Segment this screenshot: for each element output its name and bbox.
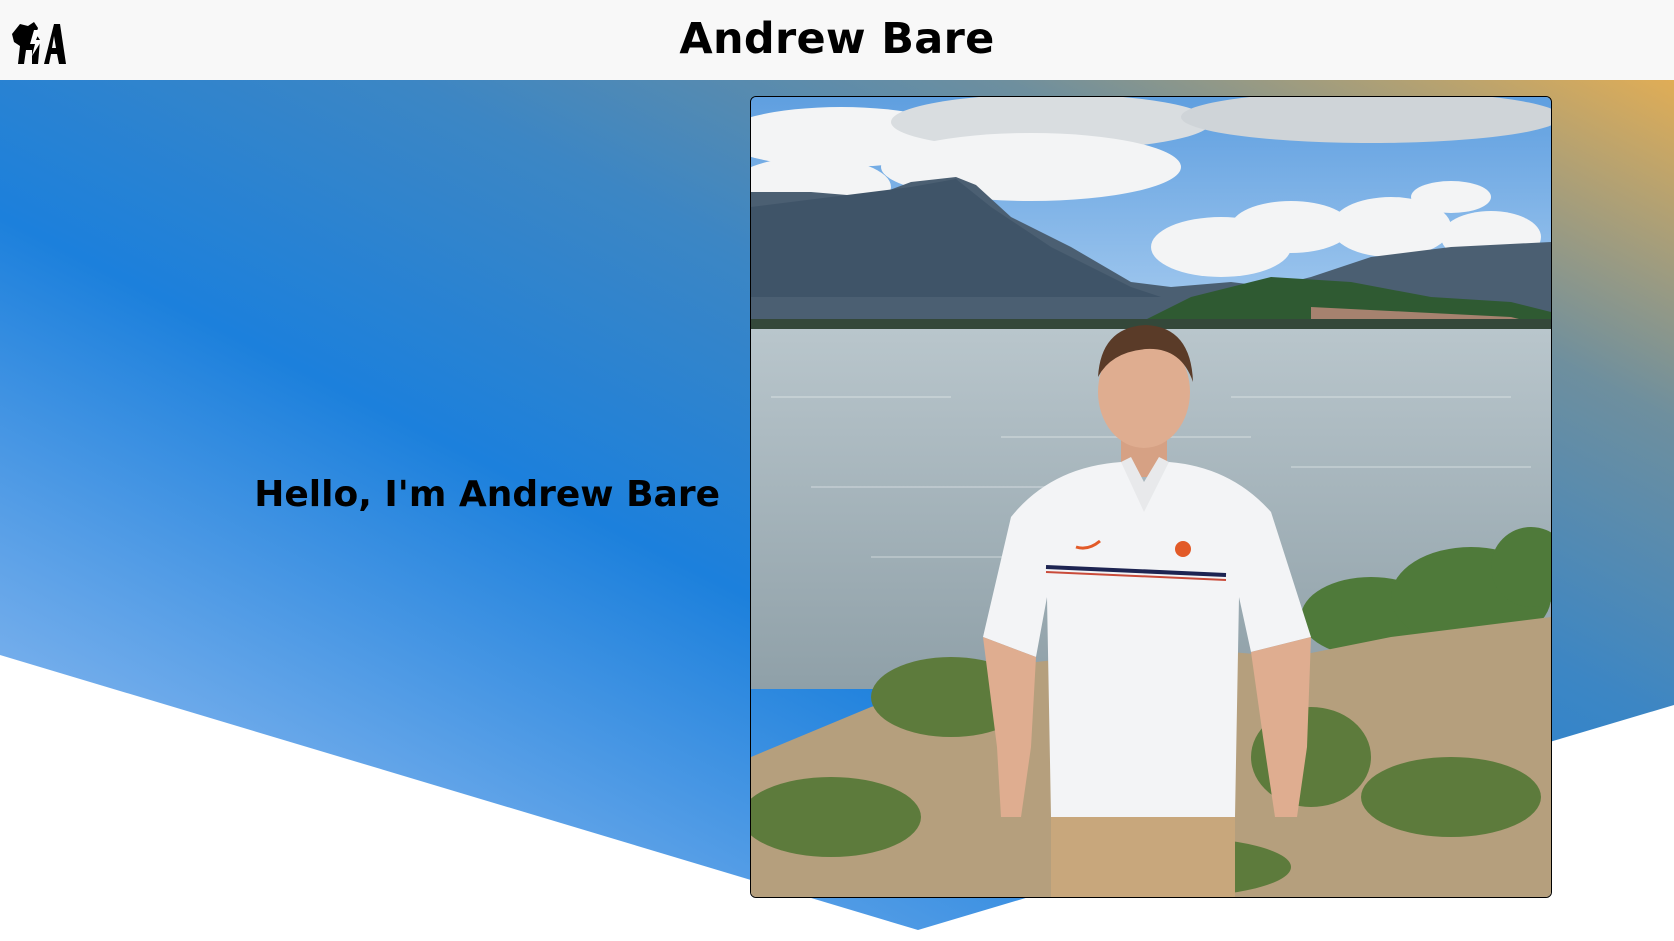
hero-greeting: Hello, I'm Andrew Bare <box>254 474 720 515</box>
site-header: Andrew Bare <box>0 0 1674 80</box>
profile-photo-image <box>751 97 1551 897</box>
profile-photo <box>750 96 1552 898</box>
page-title: Andrew Bare <box>679 14 995 64</box>
